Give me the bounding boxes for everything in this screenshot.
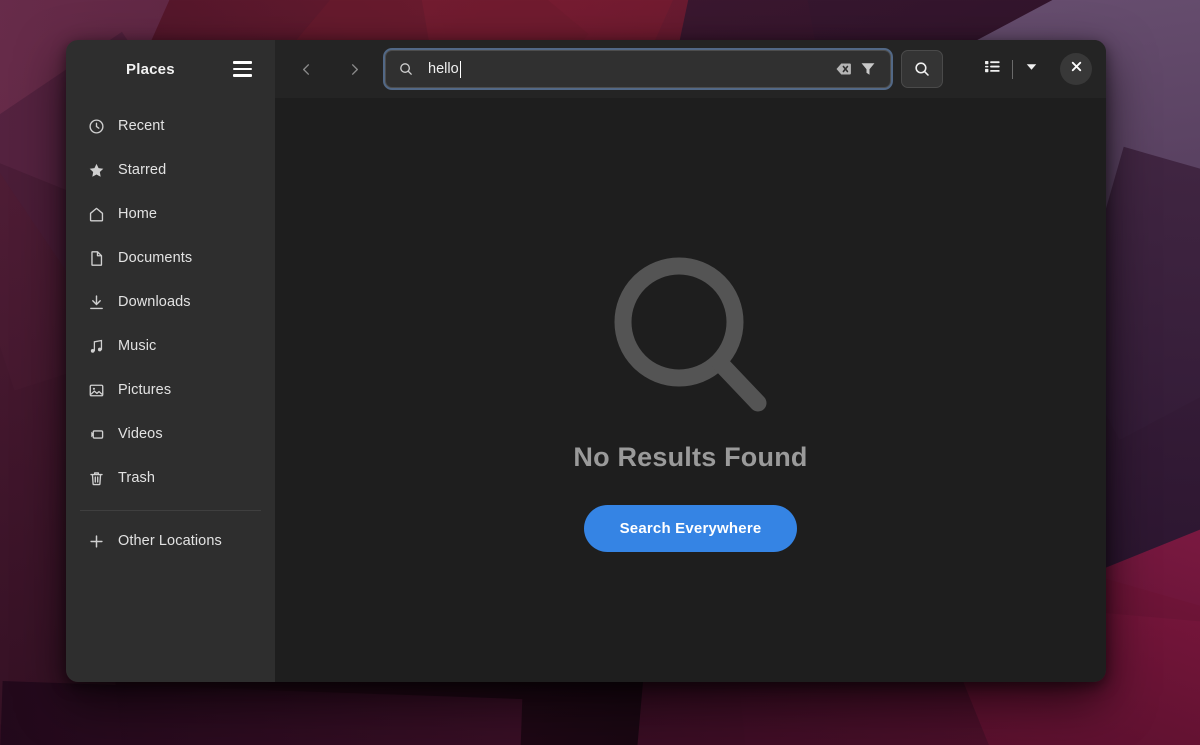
back-button[interactable] [289,52,323,86]
main-pane: hello No Results Found Search Everywhere [275,40,1106,682]
clear-backspace-icon[interactable] [832,57,856,81]
text-cursor [459,60,462,78]
search-input[interactable]: hello [385,50,891,88]
search-icon [398,61,414,77]
home-icon [88,206,105,223]
sidebar-item-pictures[interactable]: Pictures [66,368,275,412]
trash-icon [88,470,105,487]
sidebar-item-recent[interactable]: Recent [66,104,275,148]
view-list-button[interactable] [977,53,1007,85]
view-divider [1012,59,1013,79]
chevron-right-icon [347,62,362,77]
search-toggle-button[interactable] [901,50,943,88]
sidebar-item-music[interactable]: Music [66,324,275,368]
sidebar-item-label: Videos [118,426,163,442]
picture-icon [88,382,105,399]
sidebar-item-other-locations[interactable]: Other Locations [66,519,275,563]
video-camera-icon [88,426,105,443]
funnel-filter-icon[interactable] [856,57,880,81]
search-everywhere-button[interactable]: Search Everywhere [583,505,798,552]
hamburger-bar [232,61,252,64]
download-icon [88,294,105,311]
sidebar-item-label: Home [118,206,158,222]
places-title: Places [126,60,175,78]
search-value: hello [428,61,459,77]
clock-icon [88,118,105,135]
sidebar-item-label: Documents [118,250,193,266]
close-x-icon [1069,59,1084,79]
sidebar-item-videos[interactable]: Videos [66,412,275,456]
sidebar-item-label: Downloads [118,294,191,310]
sidebar-header: Places [66,40,275,98]
empty-state: No Results Found Search Everywhere [275,98,1106,682]
chevron-left-icon [299,62,314,77]
search-icon [913,60,931,78]
close-button[interactable] [1060,53,1092,85]
star-icon [88,162,105,179]
document-icon [88,250,105,267]
chevron-down-icon [1024,59,1039,79]
sidebar-item-label: Other Locations [118,533,222,549]
plus-icon [88,533,105,550]
sidebar-item-documents[interactable]: Documents [66,236,275,280]
sidebar-separator [80,510,261,511]
sidebar-item-label: Trash [118,470,156,486]
music-note-icon [88,338,105,355]
view-dropdown-button[interactable] [1018,53,1044,85]
sidebar-item-label: Pictures [118,382,172,398]
list-view-icon [983,57,1002,81]
sidebar-item-downloads[interactable]: Downloads [66,280,275,324]
hamburger-bar [232,74,252,77]
desktop-wallpaper: Places Recent Starred Home Documents Dow… [0,0,1200,745]
sidebar-item-label: Recent [118,118,165,134]
sidebar-item-home[interactable]: Home [66,192,275,236]
sidebar-item-label: Starred [118,162,167,178]
headerbar: hello [275,40,1106,98]
empty-state-title: No Results Found [573,442,808,472]
sidebar-item-starred[interactable]: Starred [66,148,275,192]
sidebar-item-trash[interactable]: Trash [66,456,275,500]
sidebar-item-label: Music [118,338,157,354]
search-value-wrap: hello [428,60,832,78]
hamburger-menu-icon[interactable] [227,54,257,84]
hamburger-bar [232,67,252,71]
large-magnifier-icon [601,248,781,428]
file-manager-window: Places Recent Starred Home Documents Dow… [66,40,1106,682]
places-list: Recent Starred Home Documents Downloads … [66,98,275,500]
forward-button[interactable] [337,52,371,86]
sidebar: Places Recent Starred Home Documents Dow… [66,40,275,682]
view-controls [977,53,1044,85]
